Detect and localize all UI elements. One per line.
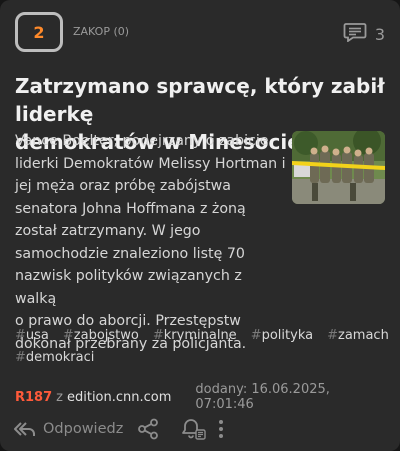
tag-text: polityka [261,328,314,343]
reply-label: Odpowiedz [43,421,124,437]
entry-topbar: 2 ZAKOP (0) 3 [0,0,400,62]
description-line: samochodzie znaleziono listę 70 [15,245,245,262]
description-line: senatora Johna Hoffmana z żoną [15,200,246,217]
tag-link[interactable]: #zabojstwo [63,328,139,344]
description-line: nazwisk polityków związanych z walką [15,268,242,307]
comment-icon [343,22,367,46]
comments-link[interactable]: 3 [343,22,385,46]
tag-link[interactable]: #demokraci [15,350,94,366]
tag-hash: # [62,328,74,343]
entry-thumbnail[interactable] [292,131,385,204]
bury-button[interactable]: ZAKOP (0) [73,25,129,38]
tag-text: zamach [338,328,389,343]
description-line: o prawo do aborcji. Przestępstw [15,313,241,329]
tag-hash: # [15,328,26,343]
tag-hash: # [327,328,338,343]
entry-actions: Odpowiedz [12,414,388,444]
vote-button[interactable]: 2 [15,12,63,52]
reply-icon [12,420,36,438]
source-link[interactable]: edition.cnn.com [67,390,171,405]
entry-meta: R187 z edition.cnn.com dodany: 16.06.202… [15,382,385,412]
share-icon[interactable] [137,418,159,440]
tag-text: kryminalne [163,328,237,343]
source-prefix: z [56,389,63,405]
tag-link[interactable]: #usa [15,328,49,344]
tag-hash: # [152,328,164,343]
reply-button[interactable]: Odpowiedz [12,420,123,438]
description-line: liderki Demokratów Melissy Hortman i [15,155,286,172]
tag-text: zabojstwo [73,328,139,343]
comment-count: 3 [374,24,385,44]
tag-list: #usa #zabojstwo #kryminalne #polityka #z… [15,328,390,366]
tag-text: usa [25,328,49,343]
description-line: Vance Boelter, podejrzany o zabicie [15,133,269,149]
entry-description: Vance Boelter, podejrzany o zabicie lide… [15,130,287,355]
tag-link[interactable]: #kryminalne [153,328,237,344]
description-line: jej męża oraz próbę zabójstwa [15,178,231,194]
tag-link[interactable]: #zamach [327,328,389,344]
vote-count: 2 [33,22,45,42]
title-line: Zatrzymano sprawcę, który zabił liderkę [15,74,385,126]
tag-link[interactable]: #polityka [251,328,313,344]
author-rank-link[interactable]: R187 [15,390,52,405]
notify-icon[interactable] [181,418,207,440]
tag-hash: # [250,328,262,343]
added-timestamp: dodany: 16.06.2025, 07:01:46 [195,382,330,412]
tag-hash: # [15,350,26,365]
more-icon[interactable] [217,419,225,439]
entry-card: 2 ZAKOP (0) 3 Zatrzymano sprawcę, który … [0,0,400,451]
description-line: został zatrzymany. W jego [15,223,201,239]
tag-text: demokraci [25,350,95,365]
